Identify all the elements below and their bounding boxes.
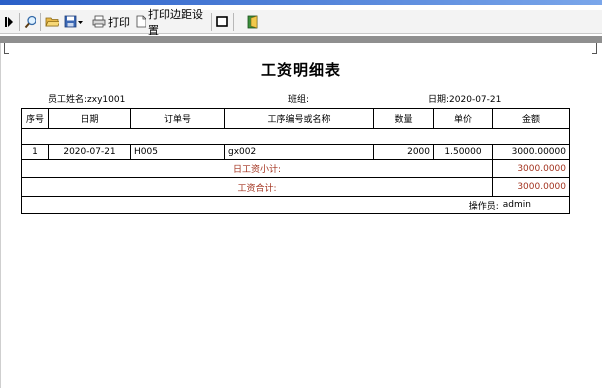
- cell-order-no: H005: [130, 144, 224, 159]
- wage-total-value: 3000.0000: [492, 177, 569, 196]
- zoom-button[interactable]: [22, 12, 38, 31]
- margin-mark-right: [592, 43, 597, 54]
- floppy-disk-icon: [64, 15, 77, 28]
- report-date-value: 2020-07-21: [449, 95, 502, 105]
- open-button[interactable]: [43, 12, 61, 31]
- toolbar: 打印 打印边距设置: [0, 8, 602, 37]
- group-label: 班组:: [288, 95, 310, 105]
- wage-table: 序号 日期 订单号 工序编号或名称 数量 单价 金额 1 2020-07-21 …: [21, 108, 570, 214]
- cell-amount: 3000.00000: [492, 144, 569, 159]
- folder-open-icon: [45, 17, 59, 27]
- first-page-button[interactable]: [2, 12, 16, 31]
- print-margin-settings-button[interactable]: 打印边距设置: [134, 8, 210, 37]
- toolbar-separator: [40, 13, 41, 31]
- cell-date: 2020-07-21: [48, 144, 130, 159]
- chevron-down-icon: [78, 20, 83, 24]
- report-title: 工资明细表: [260, 61, 341, 79]
- margin-mark-left: [4, 43, 9, 54]
- operator: 操作员: admin: [22, 196, 569, 213]
- skip-first-icon: [5, 16, 13, 27]
- page-icon: [136, 15, 146, 28]
- toolbar-separator: [19, 13, 20, 31]
- report-date: 日期:2020-07-21: [428, 92, 501, 105]
- daily-subtotal-value: 3000.0000: [492, 159, 569, 177]
- exit-door-icon: [247, 15, 258, 28]
- window-button[interactable]: [214, 12, 230, 31]
- exit-button[interactable]: [244, 12, 262, 31]
- table-row: 1 2020-07-21 H005 gx002 2000 1.50000 300…: [22, 144, 569, 159]
- daily-subtotal-label: 日工资小计:: [22, 159, 492, 177]
- toolbar-separator: [233, 13, 234, 31]
- print-button[interactable]: 打印: [90, 12, 132, 31]
- column-header-no: 序号: [25, 115, 44, 125]
- margin-settings-label: 打印边距设置: [148, 7, 203, 37]
- employee-name: 员工姓名:zxy1001: [48, 92, 125, 105]
- preview-top-band: [0, 36, 602, 43]
- column-header-order-no: 订单号: [130, 109, 224, 128]
- window-titlebar: [0, 0, 602, 5]
- print-label: 打印: [108, 15, 130, 29]
- toolbar-separator: [211, 13, 212, 31]
- operator-label: 操作员:: [468, 201, 499, 212]
- column-header-qty: 数量: [373, 109, 433, 128]
- column-header-price: 单价: [433, 109, 492, 128]
- operator-value: admin: [502, 200, 531, 210]
- report-date-label: 日期:: [428, 95, 450, 105]
- magnifier-icon: [24, 15, 36, 28]
- window-frame-icon: [216, 16, 228, 27]
- employee-name-label: 员工姓名:: [48, 95, 88, 105]
- wage-total-label: 工资合计:: [22, 177, 492, 196]
- save-button[interactable]: [62, 12, 86, 31]
- group-row: [22, 128, 569, 144]
- column-header-process: 工序编号或名称: [224, 109, 373, 128]
- cell-qty: 2000: [373, 144, 433, 159]
- cell-no: 1: [22, 144, 48, 159]
- employee-name-value: zxy1001: [87, 95, 126, 105]
- column-header-amount: 金额: [492, 109, 569, 128]
- group: 班组:: [288, 92, 309, 105]
- printer-icon: [92, 15, 106, 28]
- cell-price: 1.50000: [433, 144, 492, 159]
- cell-process: gx002: [224, 144, 373, 159]
- column-header-date: 日期: [48, 109, 130, 128]
